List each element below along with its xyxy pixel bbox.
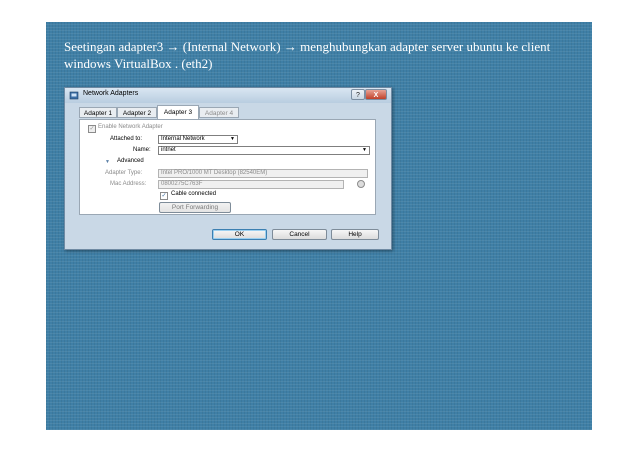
tab-adapter-4[interactable]: Adapter 4 (199, 107, 239, 118)
close-icon[interactable]: X (365, 89, 387, 100)
adapter-type-value: Intel PRO/1000 MT Desktop (82540EM) (161, 170, 268, 176)
virtualbox-icon (69, 91, 79, 100)
check-icon: ✓ (89, 126, 95, 132)
slide: Seetingan adapter3 → (Internal Network) … (46, 22, 592, 430)
chevron-down-icon: ▼ (362, 147, 367, 153)
slide-title: Seetingan adapter3 → (Internal Network) … (64, 39, 551, 71)
check-icon: ✓ (161, 193, 167, 199)
attached-to-value: Internal Network (161, 136, 205, 142)
advanced-expander-icon[interactable]: ▼ (105, 159, 110, 165)
mac-address-value: 0800275C763F (161, 181, 203, 187)
refresh-mac-icon[interactable] (357, 180, 365, 188)
adapter-type-select[interactable]: Intel PRO/1000 MT Desktop (82540EM) (158, 169, 368, 178)
chevron-down-icon: ▼ (230, 136, 235, 142)
mac-address-field[interactable]: 0800275C763F (158, 180, 344, 189)
cable-connected-checkbox[interactable]: ✓ (160, 192, 168, 200)
network-name-value: intnet (161, 147, 176, 153)
help-icon[interactable]: ? (351, 89, 365, 100)
ok-button[interactable]: OK (212, 229, 267, 240)
name-label: Name: (133, 147, 151, 153)
network-name-select[interactable]: intnet ▼ (158, 146, 370, 155)
help-button[interactable]: Help (331, 229, 379, 240)
advanced-toggle[interactable]: Advanced (117, 158, 144, 164)
attached-to-select[interactable]: Internal Network ▼ (158, 135, 238, 144)
enable-adapter-checkbox[interactable]: ✓ (88, 125, 96, 133)
tab-adapter-2[interactable]: Adapter 2 (117, 107, 157, 118)
port-forwarding-button[interactable]: Port Forwarding (159, 202, 231, 213)
mac-address-label: Mac Address: (110, 181, 147, 187)
cable-connected-label: Cable connected (171, 191, 217, 197)
enable-adapter-label: Enable Network Adapter (98, 124, 163, 130)
network-adapters-dialog: Network Adapters ? X Adapter 1 Adapter 2… (64, 87, 392, 250)
attached-to-label: Attached to: (110, 136, 143, 142)
dialog-title: Network Adapters (83, 90, 139, 97)
adapter-settings-panel: ✓ Enable Network Adapter Attached to: In… (79, 119, 376, 215)
adapter-type-label: Adapter Type: (105, 170, 143, 176)
cancel-button[interactable]: Cancel (272, 229, 327, 240)
dialog-title-bar[interactable]: Network Adapters ? X (65, 88, 391, 103)
tab-adapter-3[interactable]: Adapter 3 (157, 105, 199, 119)
tab-adapter-1[interactable]: Adapter 1 (79, 107, 117, 118)
